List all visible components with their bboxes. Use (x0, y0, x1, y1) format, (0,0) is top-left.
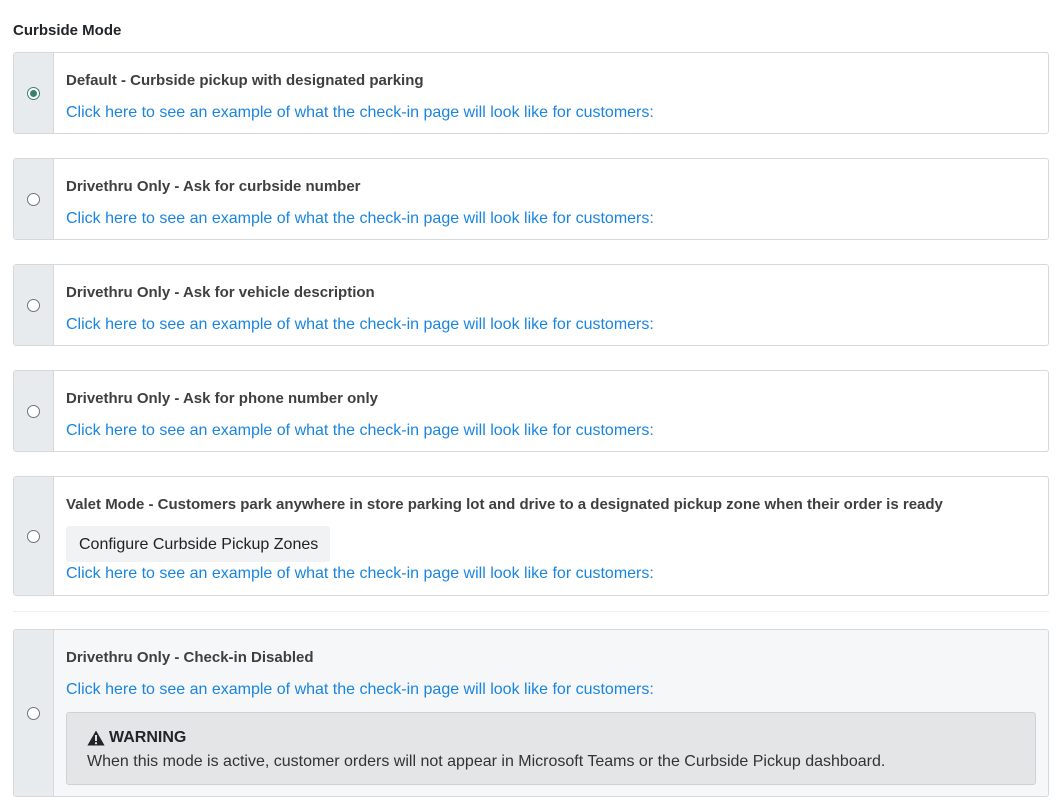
mode-option-curbside-number[interactable]: Drivethru Only - Ask for curbside number… (13, 158, 1049, 240)
radio-selected-dot (30, 89, 37, 97)
mode-option-default[interactable]: Default - Curbside pickup with designate… (13, 52, 1049, 134)
warning-header: WARNING (87, 728, 1015, 748)
option-body: Default - Curbside pickup with designate… (54, 53, 1048, 133)
radio-column (14, 265, 54, 345)
radio-valet[interactable] (27, 529, 40, 543)
radio-check-in-disabled[interactable] (27, 706, 40, 720)
mode-option-valet[interactable]: Valet Mode - Customers park anywhere in … (13, 476, 1049, 596)
radio-vehicle-description[interactable] (27, 298, 40, 312)
option-body: Drivethru Only - Ask for curbside number… (54, 159, 1048, 239)
example-link[interactable]: Click here to see an example of what the… (66, 564, 1048, 584)
example-link[interactable]: Click here to see an example of what the… (66, 421, 1048, 441)
example-link[interactable]: Click here to see an example of what the… (66, 209, 1048, 229)
radio-column (14, 159, 54, 239)
radio-default[interactable] (27, 86, 40, 100)
mode-option-phone-number[interactable]: Drivethru Only - Ask for phone number on… (13, 370, 1049, 452)
option-label: Drivethru Only - Ask for curbside number (66, 178, 361, 195)
option-body: Drivethru Only - Check-in Disabled Click… (54, 630, 1048, 796)
option-label: Drivethru Only - Check-in Disabled (66, 649, 314, 666)
mode-option-check-in-disabled[interactable]: Drivethru Only - Check-in Disabled Click… (13, 629, 1049, 797)
option-label: Drivethru Only - Ask for vehicle descrip… (66, 284, 375, 301)
radio-column (14, 630, 54, 796)
option-body: Valet Mode - Customers park anywhere in … (54, 477, 1048, 595)
radio-column (14, 371, 54, 451)
warning-title: WARNING (109, 729, 187, 746)
divider (13, 611, 1049, 612)
option-body: Drivethru Only - Ask for phone number on… (54, 371, 1048, 451)
example-link[interactable]: Click here to see an example of what the… (66, 103, 1048, 123)
option-label: Valet Mode - Customers park anywhere in … (66, 496, 943, 513)
warning-triangle-icon (87, 730, 105, 746)
configure-pickup-zones-button[interactable]: Configure Curbside Pickup Zones (66, 526, 331, 562)
section-title: Curbside Mode (13, 22, 122, 39)
mode-option-vehicle-description[interactable]: Drivethru Only - Ask for vehicle descrip… (13, 264, 1049, 346)
option-label: Drivethru Only - Ask for phone number on… (66, 390, 378, 407)
radio-curbside-number[interactable] (27, 192, 40, 206)
radio-column (14, 477, 54, 595)
warning-box: WARNING When this mode is active, custom… (66, 712, 1036, 785)
radio-phone-number[interactable] (27, 404, 40, 418)
example-link[interactable]: Click here to see an example of what the… (66, 315, 1048, 335)
example-link[interactable]: Click here to see an example of what the… (66, 680, 1048, 700)
option-body: Drivethru Only - Ask for vehicle descrip… (54, 265, 1048, 345)
warning-text: When this mode is active, customer order… (87, 753, 886, 770)
radio-column (14, 53, 54, 133)
option-label: Default - Curbside pickup with designate… (66, 72, 424, 89)
